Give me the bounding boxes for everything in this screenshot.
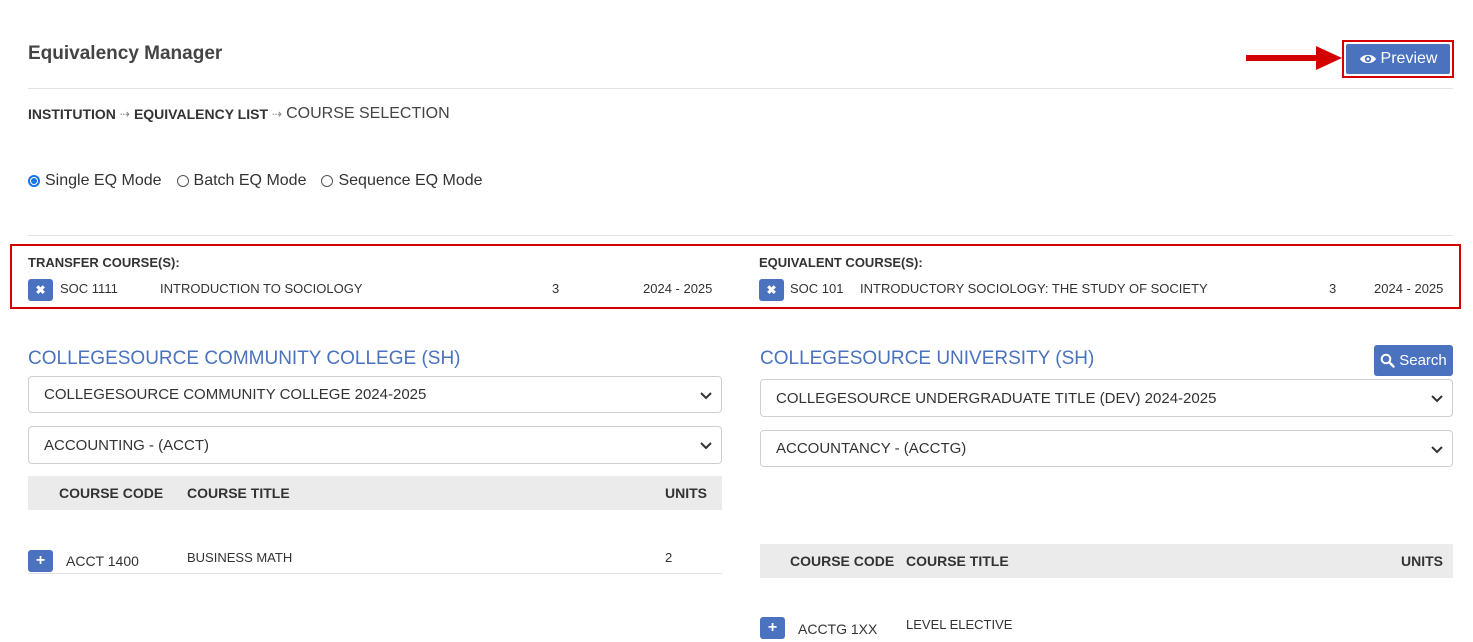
divider — [28, 235, 1453, 236]
selected-courses-panel: TRANSFER COURSE(S): ✖ SOC 1111 INTRODUCT… — [10, 244, 1461, 309]
add-course-button[interactable]: + — [760, 617, 785, 639]
page-title: Equivalency Manager — [28, 43, 223, 64]
equivalent-course-row: ✖ SOC 101 INTRODUCTORY SOCIOLOGY: THE ST… — [759, 279, 1454, 301]
breadcrumb-separator-icon: ⇢ — [119, 107, 130, 121]
transfer-course-title: INTRODUCTION TO SOCIOLOGY — [160, 281, 363, 296]
radio-sequence-eq[interactable] — [321, 175, 334, 187]
preview-button[interactable]: Preview — [1346, 44, 1450, 74]
course-code: ACCTG 1XX — [798, 621, 878, 637]
transfer-course-row: ✖ SOC 1111 INTRODUCTION TO SOCIOLOGY 3 2… — [28, 279, 728, 301]
mode-label: Batch EQ Mode — [193, 172, 307, 189]
left-catalog-value: COLLEGESOURCE COMMUNITY COLLEGE 2024-202… — [44, 386, 427, 403]
column-header-course-title: COURSE TITLE — [187, 485, 290, 501]
mode-label: Single EQ Mode — [45, 172, 162, 189]
left-catalog-select[interactable]: COLLEGESOURCE COMMUNITY COLLEGE 2024-202… — [28, 376, 722, 413]
add-course-button[interactable]: + — [28, 550, 53, 572]
right-catalog-value: COLLEGESOURCE UNDERGRADUATE TITLE (DEV) … — [776, 389, 1217, 407]
breadcrumb-separator-icon: ⇢ — [272, 107, 283, 121]
column-header-course-title: COURSE TITLE — [906, 553, 1009, 569]
column-header-course-code: COURSE CODE — [59, 485, 164, 501]
mode-sequence-eq[interactable]: Sequence EQ Mode — [321, 172, 483, 190]
column-header-course-code: COURSE CODE — [790, 553, 895, 569]
table-row: + ACCT 1400 BUSINESS MATH 2 — [28, 544, 722, 574]
right-catalog-select[interactable]: COLLEGESOURCE UNDERGRADUATE TITLE (DEV) … — [760, 379, 1453, 417]
equivalent-course-code: SOC 101 — [790, 281, 844, 296]
radio-single-eq[interactable] — [28, 175, 40, 187]
transfer-course-year: 2024 - 2025 — [643, 281, 713, 296]
course-units: 2 — [665, 550, 673, 565]
transfer-courses-heading: TRANSFER COURSE(S): — [28, 255, 180, 270]
breadcrumb-course-selection: COURSE SELECTION — [286, 105, 450, 122]
course-title: BUSINESS MATH — [187, 550, 293, 565]
remove-transfer-course-button[interactable]: ✖ — [28, 279, 53, 301]
breadcrumb: INSTITUTION ⇢ EQUIVALENCY LIST ⇢ COURSE … — [28, 105, 450, 123]
preview-highlight: Preview — [1342, 40, 1454, 78]
left-subject-select[interactable]: ACCOUNTING - (ACCT) — [28, 426, 722, 464]
search-button[interactable]: Search — [1374, 345, 1453, 376]
divider — [28, 88, 1453, 89]
eye-icon — [1359, 54, 1376, 64]
mode-single-eq[interactable]: Single EQ Mode — [28, 172, 162, 190]
course-code: ACCT 1400 — [66, 553, 139, 569]
mode-batch-eq[interactable]: Batch EQ Mode — [176, 172, 307, 190]
preview-label: Preview — [1380, 50, 1438, 67]
right-table-header: COURSE CODE COURSE TITLE UNITS — [760, 544, 1453, 578]
right-institution-title: COLLEGESOURCE UNIVERSITY (SH) — [760, 348, 1095, 369]
mode-label: Sequence EQ Mode — [338, 172, 483, 189]
close-icon: ✖ — [35, 283, 46, 297]
column-header-units: UNITS — [665, 485, 707, 501]
search-icon — [1380, 353, 1395, 368]
transfer-course-units: 3 — [552, 281, 560, 296]
breadcrumb-institution[interactable]: INSTITUTION — [28, 106, 116, 122]
plus-icon: + — [35, 552, 46, 569]
chevron-down-icon — [1431, 445, 1443, 453]
table-row: + ACCTG 1XX LEVEL ELECTIVE — [760, 612, 1453, 642]
left-subject-value: ACCOUNTING - (ACCT) — [44, 436, 209, 454]
close-icon: ✖ — [766, 283, 777, 297]
search-label: Search — [1399, 352, 1447, 369]
chevron-down-icon — [700, 391, 712, 399]
course-title: LEVEL ELECTIVE — [906, 617, 1013, 632]
mode-selector: Single EQ Mode Batch EQ Mode Sequence EQ… — [28, 172, 498, 190]
equivalent-course-units: 3 — [1329, 281, 1337, 296]
right-subject-value: ACCOUNTANCY - (ACCTG) — [776, 440, 967, 457]
right-subject-select[interactable]: ACCOUNTANCY - (ACCTG) — [760, 430, 1453, 467]
column-header-units: UNITS — [1401, 553, 1443, 569]
transfer-course-code: SOC 1111 — [60, 281, 118, 296]
equivalent-course-year: 2024 - 2025 — [1374, 281, 1444, 296]
chevron-down-icon — [700, 442, 712, 450]
row-divider — [28, 573, 722, 574]
left-table-header: COURSE CODE COURSE TITLE UNITS — [28, 476, 722, 510]
left-institution-title: COLLEGESOURCE COMMUNITY COLLEGE (SH) — [28, 348, 461, 369]
chevron-down-icon — [1431, 395, 1443, 403]
plus-icon: + — [767, 619, 778, 636]
breadcrumb-equivalency-list[interactable]: EQUIVALENCY LIST — [134, 106, 268, 122]
remove-equivalent-course-button[interactable]: ✖ — [759, 279, 784, 301]
equivalent-course-title: INTRODUCTORY SOCIOLOGY: THE STUDY OF SOC… — [860, 281, 1208, 296]
equivalent-courses-heading: EQUIVALENT COURSE(S): — [759, 255, 923, 270]
arrow-right-icon — [1246, 46, 1342, 70]
radio-batch-eq[interactable] — [176, 175, 189, 187]
